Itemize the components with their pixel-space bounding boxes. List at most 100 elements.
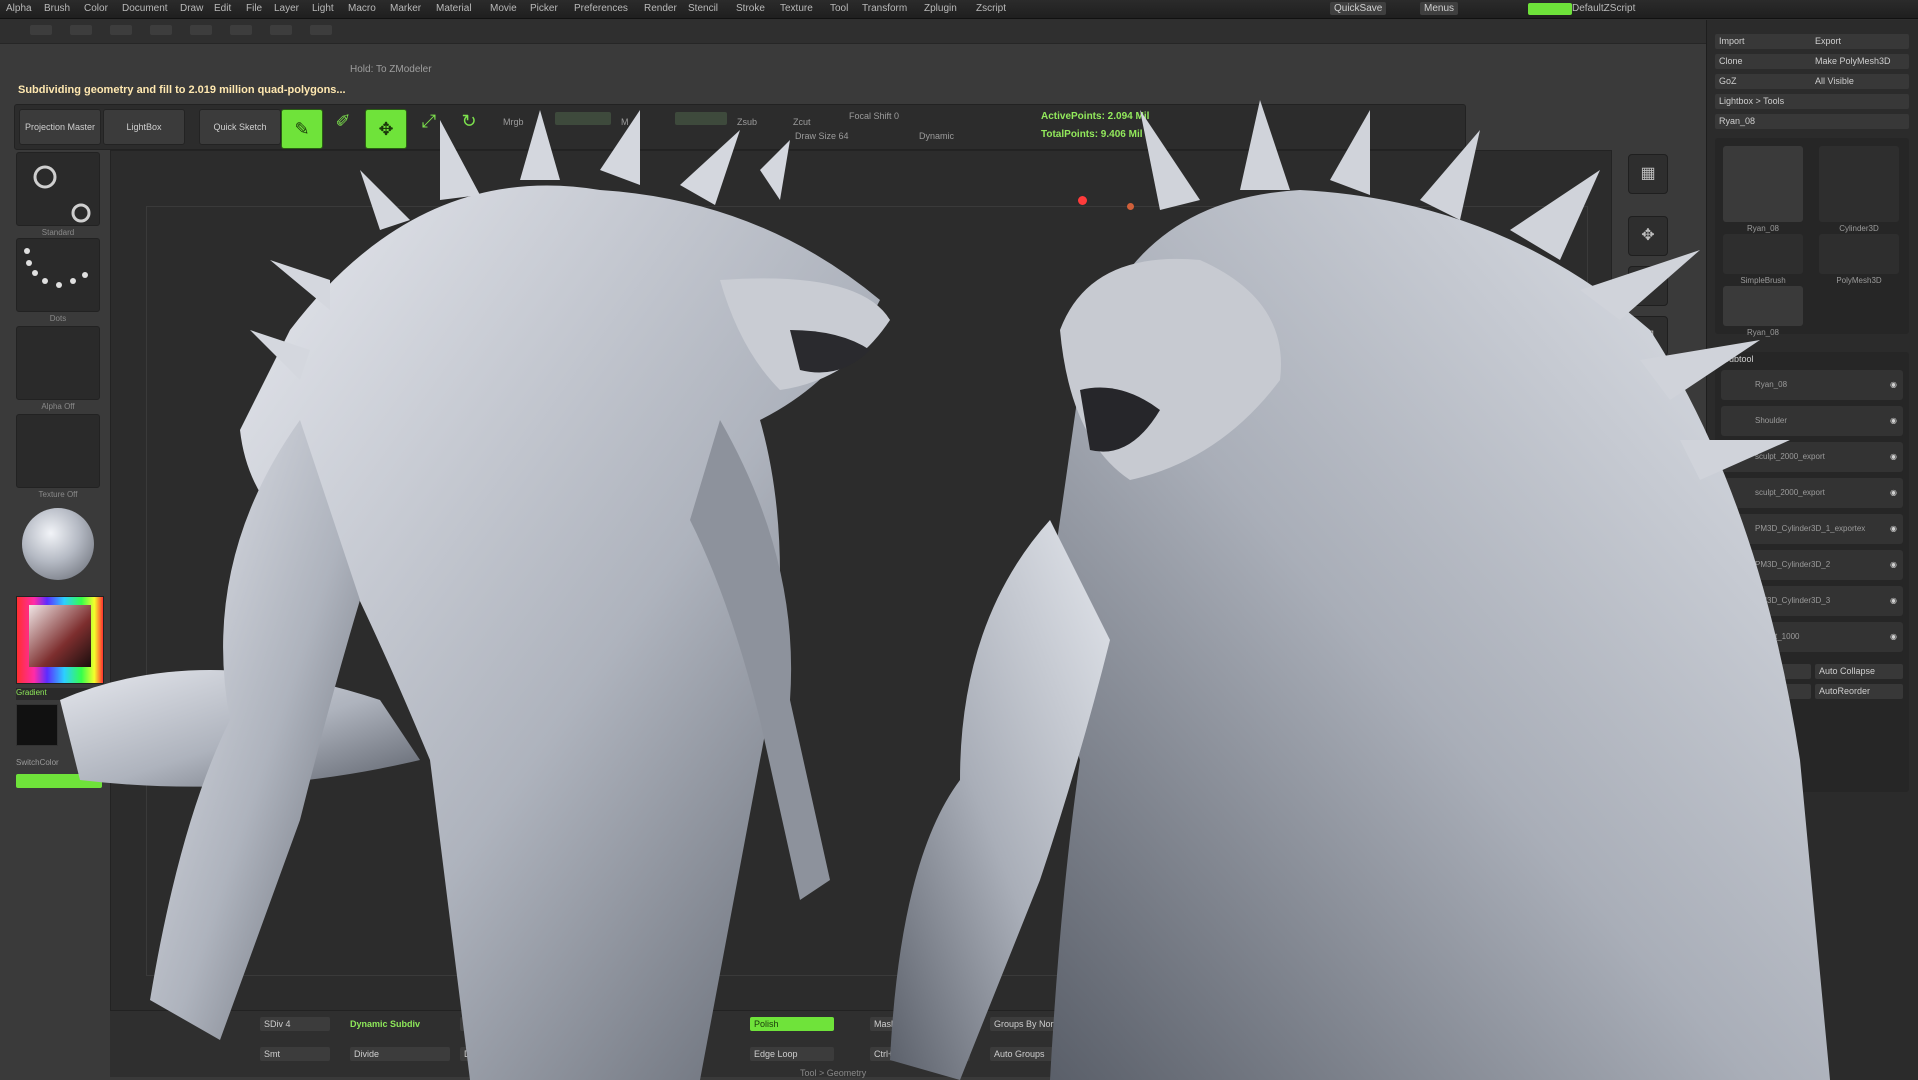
eye-icon[interactable]: ◉ (1890, 586, 1897, 616)
del-higher-button[interactable]: Del Higher (460, 1047, 550, 1061)
menu-item-tool[interactable]: Tool (830, 3, 848, 14)
draw-button[interactable]: ✐ (329, 111, 357, 143)
rename-button[interactable]: Rename (1721, 684, 1811, 699)
del-lower-button[interactable]: Del Lower (460, 1017, 550, 1031)
move-button[interactable]: ✥ (365, 109, 407, 149)
strip-button[interactable] (150, 25, 172, 35)
tool-thumb[interactable]: PolyMesh3D (1819, 234, 1899, 285)
tool-thumb[interactable]: SimpleBrush (1723, 234, 1803, 285)
menu-item-edit[interactable]: Edit (214, 3, 231, 14)
light-indicator-secondary[interactable] (1127, 203, 1134, 210)
dynamic-toggle[interactable]: Dynamic (919, 131, 954, 141)
menu-item-brush[interactable]: Brush (44, 3, 70, 14)
material-selector[interactable] (22, 508, 94, 580)
main-color-swatch[interactable] (16, 704, 58, 746)
frame-button[interactable]: ▣ (1628, 770, 1668, 810)
menu-item-preferences[interactable]: Preferences (574, 3, 628, 14)
menu-item-alpha[interactable]: Alpha (6, 3, 32, 14)
stroke-selector[interactable]: Dots (16, 238, 100, 323)
menu-item-picker[interactable]: Picker (530, 3, 558, 14)
scale-button[interactable]: ⤢ (415, 111, 443, 143)
brush-selector[interactable]: Standard (16, 152, 100, 237)
tool-thumb[interactable]: Ryan_08 (1723, 286, 1803, 337)
groups-by-normals-button[interactable]: Groups By Normals (990, 1017, 1100, 1031)
goz-row[interactable]: GoZ All Visible (1715, 74, 1909, 89)
clone-button[interactable]: Clone (1719, 56, 1743, 66)
rotate-button[interactable]: ↻ (455, 111, 483, 143)
strip-button[interactable] (270, 25, 292, 35)
actual-button[interactable]: ◻ (1628, 316, 1668, 356)
eye-icon[interactable]: ◉ (1890, 622, 1897, 652)
menu-item-render[interactable]: Render (644, 3, 677, 14)
edit-button[interactable]: ✎ (281, 109, 323, 149)
lightbox-tools-button[interactable]: Lightbox > Tools (1719, 96, 1784, 106)
menu-item-transform[interactable]: Transform (862, 3, 907, 14)
menu-item-stroke[interactable]: Stroke (736, 3, 765, 14)
subtool-item[interactable]: Shoulder ◉ (1721, 406, 1903, 436)
strip-button[interactable] (30, 25, 52, 35)
mask-by-feature-button[interactable]: Mask By Feature (870, 1017, 970, 1031)
color-picker[interactable] (16, 596, 104, 684)
menu-item-file[interactable]: File (246, 3, 262, 14)
active-toggle[interactable] (1528, 3, 1572, 15)
menu-item-zscript[interactable]: Zscript (976, 3, 1006, 14)
alternate-toggle[interactable] (16, 774, 102, 788)
default-zscript-button[interactable]: DefaultZScript (1572, 3, 1635, 14)
divide-button[interactable]: Divide (350, 1047, 450, 1061)
polish-toggle[interactable]: Polish (750, 1017, 834, 1031)
sdiv-slider[interactable]: SDiv 4 (260, 1017, 330, 1031)
make-polymesh-button[interactable]: Make PolyMesh3D (1815, 54, 1891, 69)
auto-groups-button[interactable]: Auto Groups (990, 1047, 1100, 1061)
eye-icon[interactable]: ◉ (1890, 370, 1897, 400)
lightbox-button[interactable]: LightBox (103, 109, 185, 145)
strip-button[interactable] (70, 25, 92, 35)
draw-size-slider[interactable]: Draw Size 64 (795, 131, 849, 141)
lightbox-tools-row[interactable]: Lightbox > Tools (1715, 94, 1909, 109)
menu-item-document[interactable]: Document (122, 3, 168, 14)
goz-button[interactable]: GoZ (1719, 76, 1737, 86)
tool-thumb[interactable]: Cylinder3D (1819, 146, 1899, 233)
eye-icon[interactable]: ◉ (1890, 478, 1897, 508)
subtool-item[interactable]: Sculpt_1000 ◉ (1721, 622, 1903, 652)
bpr-button[interactable]: ▦ (1628, 154, 1668, 194)
menu-item-material[interactable]: Material (436, 3, 472, 14)
subtool-item[interactable]: sculpt_2000_export ◉ (1721, 442, 1903, 472)
menu-item-texture[interactable]: Texture (780, 3, 813, 14)
strip-button[interactable] (110, 25, 132, 35)
import-button[interactable]: Import (1719, 36, 1745, 46)
auto-collapse-button[interactable]: Auto Collapse (1815, 664, 1903, 679)
subtool-item[interactable]: PM3D_Cylinder3D_1_exportex ◉ (1721, 514, 1903, 544)
gradient-toggle[interactable]: Gradient (16, 688, 102, 700)
strip-button[interactable] (190, 25, 212, 35)
eye-icon[interactable]: ◉ (1890, 514, 1897, 544)
dynamic-subdiv-label[interactable]: Dynamic Subdiv (350, 1019, 420, 1029)
persp-button[interactable]: ◈ (1628, 366, 1668, 406)
polyf-button[interactable]: ▤ (1628, 910, 1668, 950)
autoreorder-button[interactable]: AutoReorder (1815, 684, 1903, 699)
visible-button[interactable]: All Visible (1815, 74, 1854, 89)
subtool-item[interactable]: sculpt_2000_export ◉ (1721, 478, 1903, 508)
move-view-button[interactable]: ✥ (1628, 820, 1668, 860)
subtool-item[interactable]: Ryan_08 ◉ (1721, 370, 1903, 400)
list-all-button[interactable]: List All (1721, 664, 1811, 679)
rgb-toggle[interactable] (555, 112, 611, 125)
import-export-row[interactable]: Import Export (1715, 34, 1909, 49)
zadd-toggle[interactable] (675, 112, 727, 125)
projection-master-button[interactable]: Projection Master (19, 109, 101, 145)
menu-item-light[interactable]: Light (312, 3, 334, 14)
tool-thumb[interactable]: Ryan_08 (1723, 146, 1803, 233)
export-button[interactable]: Export (1815, 34, 1841, 49)
menu-item-zplugin[interactable]: Zplugin (924, 3, 957, 14)
smt-toggle[interactable]: Smt (260, 1047, 330, 1061)
menu-item-draw[interactable]: Draw (180, 3, 203, 14)
scroll-button[interactable]: ✥ (1628, 216, 1668, 256)
eye-icon[interactable]: ◉ (1890, 406, 1897, 436)
menu-item-stencil[interactable]: Stencil (688, 3, 718, 14)
eye-icon[interactable]: ◉ (1890, 442, 1897, 472)
menu-item-macro[interactable]: Macro (348, 3, 376, 14)
clone-row[interactable]: Clone Make PolyMesh3D (1715, 54, 1909, 69)
menu-item-layer[interactable]: Layer (274, 3, 299, 14)
menu-item-movie[interactable]: Movie (490, 3, 517, 14)
quicksave-button[interactable]: QuickSave (1330, 2, 1387, 15)
color-square[interactable] (29, 605, 91, 667)
